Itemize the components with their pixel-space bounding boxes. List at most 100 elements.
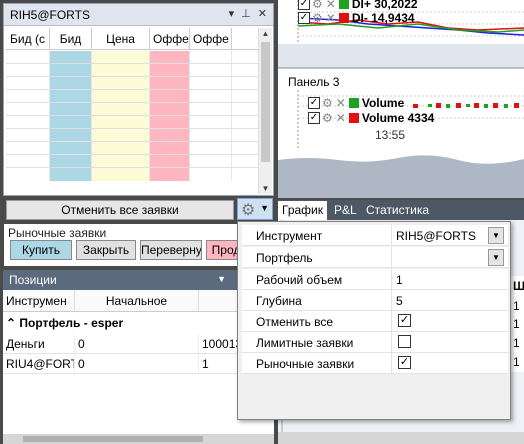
series-name: Volume (361, 111, 405, 125)
table-row[interactable]: Деньги 0 100013 (3, 334, 274, 354)
cancel-all-orders-button[interactable]: Отменить все заявки (6, 200, 234, 220)
col-offer-own[interactable]: Оффе (190, 28, 232, 49)
limit-orders-checkbox[interactable] (398, 335, 411, 348)
gear-icon[interactable]: ⚙ (312, 11, 323, 25)
settings-popup: Инструмент RIH5@FORTS ▼ Портфель ▼ Рабоч… (237, 221, 511, 420)
visibility-checkbox[interactable]: ✓ (298, 12, 310, 24)
visibility-checkbox[interactable]: ✓ (308, 97, 320, 109)
list-item: 1 (511, 352, 524, 372)
series-value: 14,9434 (371, 11, 415, 25)
setting-label: Глубина (256, 294, 302, 308)
orderbook-header: Бид (с Бид Цена Оффе Оффе (6, 28, 260, 50)
cancel-all-checkbox[interactable]: ✓ (398, 314, 411, 327)
tab-pnl[interactable]: P&L (334, 203, 357, 217)
time-label: 13:55 (375, 128, 406, 142)
setting-label: Рабочий объем (256, 273, 343, 287)
setting-market-orders[interactable]: Рыночные заявки ✓ (242, 353, 508, 374)
collapse-icon[interactable]: ⌃ (6, 316, 16, 330)
close-icon[interactable]: ✕ (336, 111, 346, 125)
col-bid[interactable]: Бид (50, 28, 92, 49)
legend-di-plus[interactable]: ✓ ⚙ ✕ DI+ 30,2022 (298, 0, 418, 11)
setting-label: Портфель (256, 251, 313, 265)
setting-label: Лимитные заявки (256, 336, 354, 350)
close-button[interactable]: Закрыть (76, 240, 136, 260)
series-color-swatch (338, 13, 349, 23)
cell-instrument: RIU4@FORT (3, 354, 75, 373)
positions-title: Позиции (9, 273, 57, 287)
tab-chart[interactable]: График (278, 201, 327, 220)
gear-icon: ⚙ (241, 202, 256, 219)
market-orders-checkbox[interactable]: ✓ (398, 356, 411, 369)
orderbook-panel: RIH5@FORTS ▾ ⊥ ✕ Бид (с Бид Цена Оффе Оф… (3, 3, 274, 196)
orderbook-grid[interactable] (6, 51, 260, 181)
visibility-checkbox[interactable]: ✓ (298, 0, 310, 10)
visibility-checkbox[interactable]: ✓ (308, 112, 320, 124)
col-price[interactable]: Цена (92, 28, 150, 49)
setting-volume[interactable]: Рабочий объем 1 (242, 269, 508, 290)
positions-hscrollbar[interactable] (3, 434, 274, 444)
setting-limit-orders[interactable]: Лимитные заявки (242, 332, 508, 353)
gear-icon[interactable]: ⚙ (322, 111, 333, 125)
positions-panel: Позиции ▼ Инструмен Начальное Т ⌃ Портфе… (3, 270, 274, 444)
scroll-up-icon[interactable]: ▲ (259, 29, 272, 38)
settings-dropdown-button[interactable]: ⚙ ▼ (237, 198, 273, 220)
series-value: 30,2022 (374, 0, 418, 11)
chevron-down-icon[interactable]: ▼ (488, 249, 504, 266)
list-item: 1 (511, 333, 524, 353)
series-name: Volume (361, 96, 405, 110)
panel3-label: Панель 3 (288, 75, 340, 89)
table-row[interactable]: RIU4@FORT 0 1 (3, 354, 274, 374)
setting-portfolio[interactable]: Портфель ▼ (242, 247, 508, 268)
setting-label: Отменить все (256, 315, 334, 329)
instrument-select[interactable]: RIH5@FORTS (396, 229, 476, 243)
tab-statistics[interactable]: Статистика (366, 203, 429, 217)
col-bid-own[interactable]: Бид (с (6, 28, 50, 49)
series-name: DI+ (351, 0, 371, 11)
chevron-down-icon[interactable]: ▼ (488, 227, 504, 244)
list-header: Ш (511, 276, 524, 296)
close-icon[interactable]: ✕ (326, 0, 336, 11)
series-value: 4334 (407, 111, 435, 125)
close-icon[interactable]: ✕ (336, 96, 346, 110)
col-instrument[interactable]: Инструмен (3, 290, 75, 311)
positions-title-bar: Позиции ▼ (3, 270, 274, 290)
market-orders-label: Рыночные заявки (8, 226, 107, 240)
close-icon[interactable]: ✕ (326, 11, 336, 25)
orderbook-title-bar: RIH5@FORTS ▾ ⊥ ✕ (4, 4, 273, 26)
chevron-down-icon: ▼ (260, 203, 269, 213)
setting-label: Рыночные заявки (256, 357, 355, 371)
scroll-thumb[interactable] (261, 42, 270, 162)
gear-icon[interactable]: ⚙ (312, 0, 323, 11)
chart-area[interactable]: ✓ ⚙ ✕ DI+ 30,2022 ✓ ⚙ ✕ DI- 14,9434 Пане… (278, 0, 524, 198)
series-color-swatch (348, 98, 359, 108)
cell-initial: 0 (75, 334, 199, 353)
positions-header: Инструмен Начальное Т (3, 290, 274, 312)
cell-initial: 0 (75, 354, 199, 373)
legend-di-minus[interactable]: ✓ ⚙ ✕ DI- 14,9434 (298, 11, 415, 25)
scroll-down-icon[interactable]: ▼ (259, 184, 272, 193)
list-item: 1 (511, 296, 524, 316)
col-initial[interactable]: Начальное (75, 290, 199, 311)
volume-input[interactable]: 1 (396, 273, 403, 287)
setting-cancel-all[interactable]: Отменить все ✓ (242, 311, 508, 332)
depth-input[interactable]: 5 (396, 294, 403, 308)
legend-volume-green[interactable]: ✓ ⚙ ✕ Volume (308, 96, 404, 110)
setting-depth[interactable]: Глубина 5 (242, 290, 508, 311)
reverse-button[interactable]: Переверну (140, 240, 202, 260)
portfolio-group-label: Портфель - esper (19, 316, 124, 330)
series-color-swatch (338, 0, 349, 9)
legend-volume-red[interactable]: ✓ ⚙ ✕ Volume 4334 (308, 111, 434, 125)
cell-instrument: Деньги (3, 334, 75, 353)
gear-icon[interactable]: ⚙ (322, 96, 333, 110)
chevron-down-icon[interactable]: ▼ (217, 274, 226, 284)
orderbook-scrollbar[interactable]: ▲ ▼ (258, 28, 272, 194)
portfolio-group-row[interactable]: ⌃ Портфель - esper (3, 312, 274, 334)
col-offer[interactable]: Оффе (150, 28, 190, 49)
setting-label: Инструмент (256, 229, 323, 243)
buy-button[interactable]: Купить (10, 240, 72, 260)
tab-strip: График P&L Статистика (278, 200, 524, 220)
list-item: 1 (511, 314, 524, 334)
series-color-swatch (348, 113, 359, 123)
setting-instrument[interactable]: Инструмент RIH5@FORTS ▼ (242, 225, 508, 246)
window-controls[interactable]: ▾ ⊥ ✕ (229, 7, 269, 20)
